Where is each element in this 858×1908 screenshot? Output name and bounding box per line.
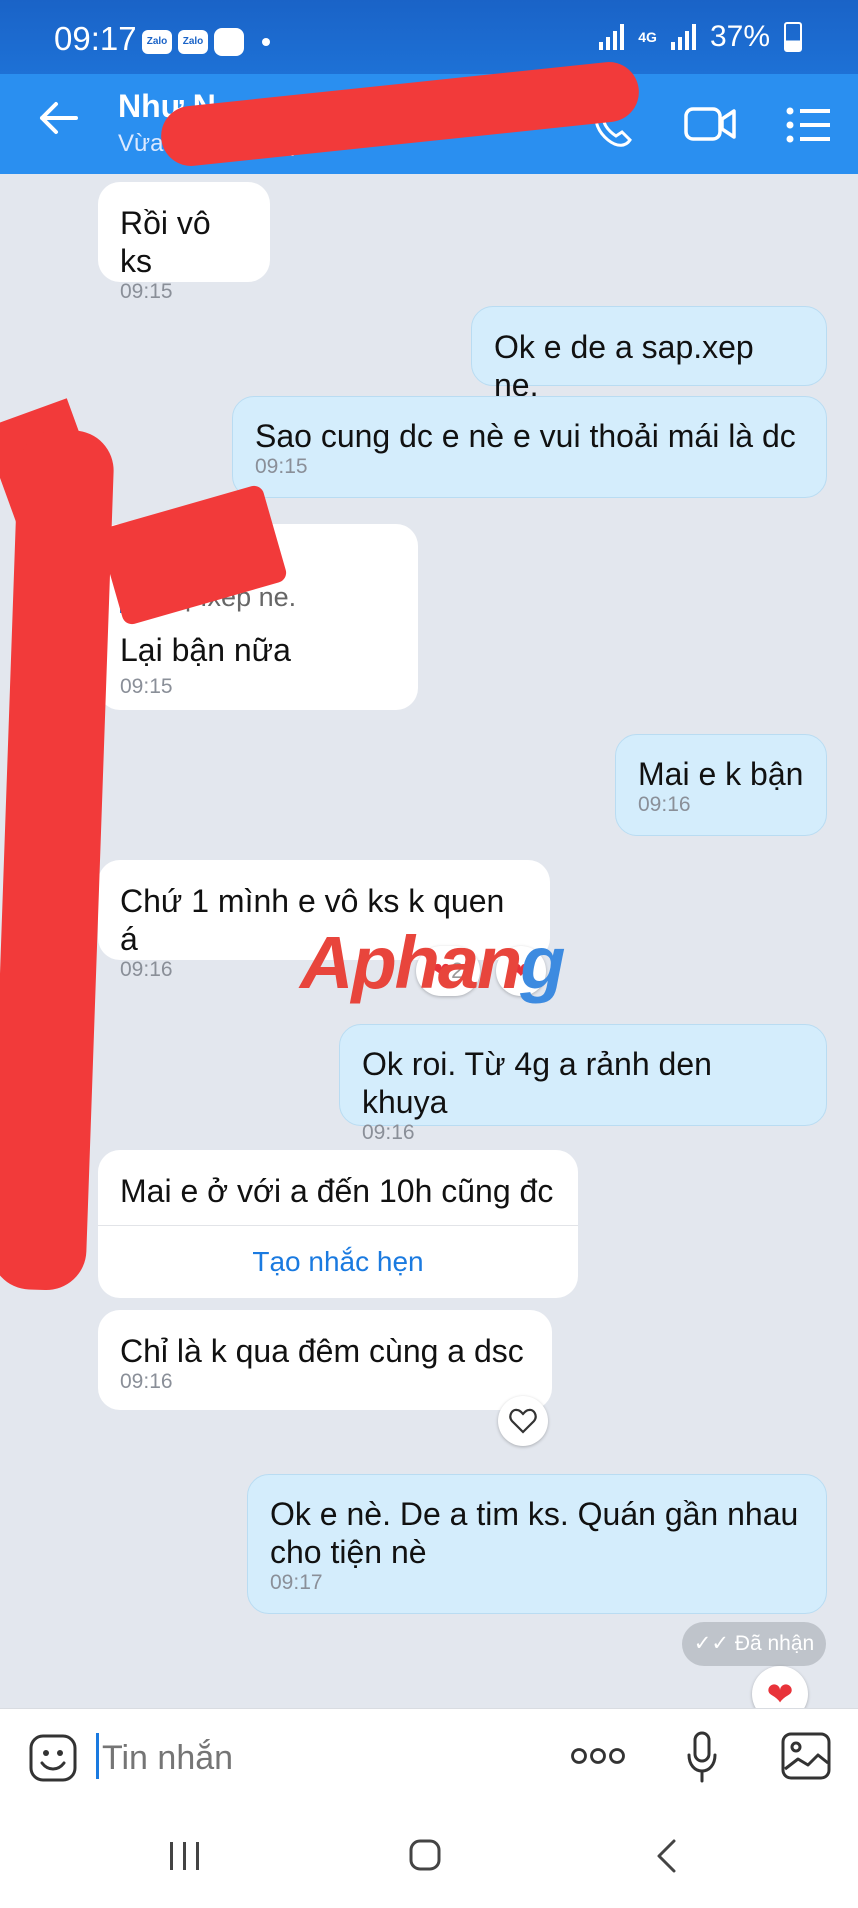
message-incoming[interactable]: Chỉ là k qua đêm cùng a dsc 09:16: [98, 1310, 552, 1410]
message-text-line-2: cho tiện nè: [270, 1534, 427, 1570]
home-icon[interactable]: [408, 1838, 442, 1872]
system-back-icon[interactable]: [654, 1838, 678, 1874]
message-text: Sao cung dc e nè e vui thoải mái là dc: [255, 418, 796, 454]
microphone-icon[interactable]: [686, 1731, 718, 1783]
message-time: 09:17: [270, 1571, 323, 1594]
network-type: 4G: [638, 29, 657, 45]
create-reminder-button[interactable]: Tạo nhắc hẹn: [98, 1225, 578, 1298]
hotspot-icon: [214, 28, 244, 56]
list-menu-icon[interactable]: [786, 106, 832, 144]
video-call-icon[interactable]: [684, 104, 736, 144]
received-status: ✓✓ Đã nhận: [682, 1622, 826, 1666]
message-text: Mai e ở với a đến 10h cũng đc: [120, 1173, 554, 1209]
dot-icon: [262, 38, 270, 46]
double-check-icon: ✓✓: [693, 1632, 729, 1655]
message-input-bar: [0, 1708, 858, 1805]
message-text: Chỉ là k qua đêm cùng a dsc: [120, 1333, 524, 1369]
battery-icon: [784, 22, 802, 52]
text-caret: [96, 1733, 99, 1779]
battery-level: 37%: [709, 20, 770, 53]
message-time: 09:15: [120, 675, 173, 698]
message-time: 09:16: [638, 793, 691, 816]
message-outgoing[interactable]: Sao cung dc e nè e vui thoải mái là dc 0…: [232, 396, 827, 498]
message-text: Rồi vô ks: [120, 205, 211, 279]
message-incoming-with-action[interactable]: Mai e ở với a đến 10h cũng đc Tạo nhắc h…: [98, 1150, 578, 1298]
message-time: 09:16: [120, 1370, 173, 1393]
sticker-emoji-icon[interactable]: [28, 1733, 78, 1783]
recent-apps-icon[interactable]: [168, 1840, 202, 1872]
status-bar: 09:17 Zalo Zalo 4G 37%: [0, 0, 858, 84]
message-time: 09:15: [255, 455, 308, 478]
message-incoming[interactable]: Rồi vô ks 09:15: [98, 182, 270, 303]
message-text: Ok e de a sap.xep ne.: [494, 329, 754, 403]
image-gallery-icon[interactable]: [780, 1731, 832, 1781]
signal-icon-2: [670, 24, 696, 50]
message-time: 09:15: [120, 280, 173, 303]
message-outgoing[interactable]: Mai e k bận 09:16: [615, 734, 827, 836]
watermark-logo: Aphang: [300, 921, 565, 1004]
system-navigation-bar: [0, 1804, 858, 1908]
message-text: Ok roi. Từ 4g a rảnh den khuya: [362, 1046, 712, 1120]
status-time: 09:17: [54, 20, 137, 57]
message-text: Mai e k bận: [638, 756, 804, 792]
message-outgoing[interactable]: Ok e nè. De a tim ks. Quán gần nhau cho …: [247, 1474, 827, 1614]
more-options-icon[interactable]: [570, 1747, 626, 1765]
signal-icon: [599, 24, 625, 50]
react-button[interactable]: [498, 1396, 548, 1446]
message-outgoing[interactable]: Ok e de a sap.xep ne.: [471, 306, 827, 403]
back-arrow-icon[interactable]: [36, 96, 80, 140]
heart-outline-icon: [509, 1408, 537, 1434]
message-time: 09:16: [362, 1121, 415, 1144]
message-text-line-1: Ok e nè. De a tim ks. Quán gần nhau: [270, 1496, 799, 1532]
message-input[interactable]: [100, 1729, 524, 1787]
zalo-notification-icon: Zalo: [142, 30, 172, 54]
message-text: Lại bận nữa: [120, 632, 291, 668]
message-outgoing[interactable]: Ok roi. Từ 4g a rảnh den khuya 09:16: [339, 1024, 827, 1144]
zalo-notification-icon-2: Zalo: [178, 30, 208, 54]
